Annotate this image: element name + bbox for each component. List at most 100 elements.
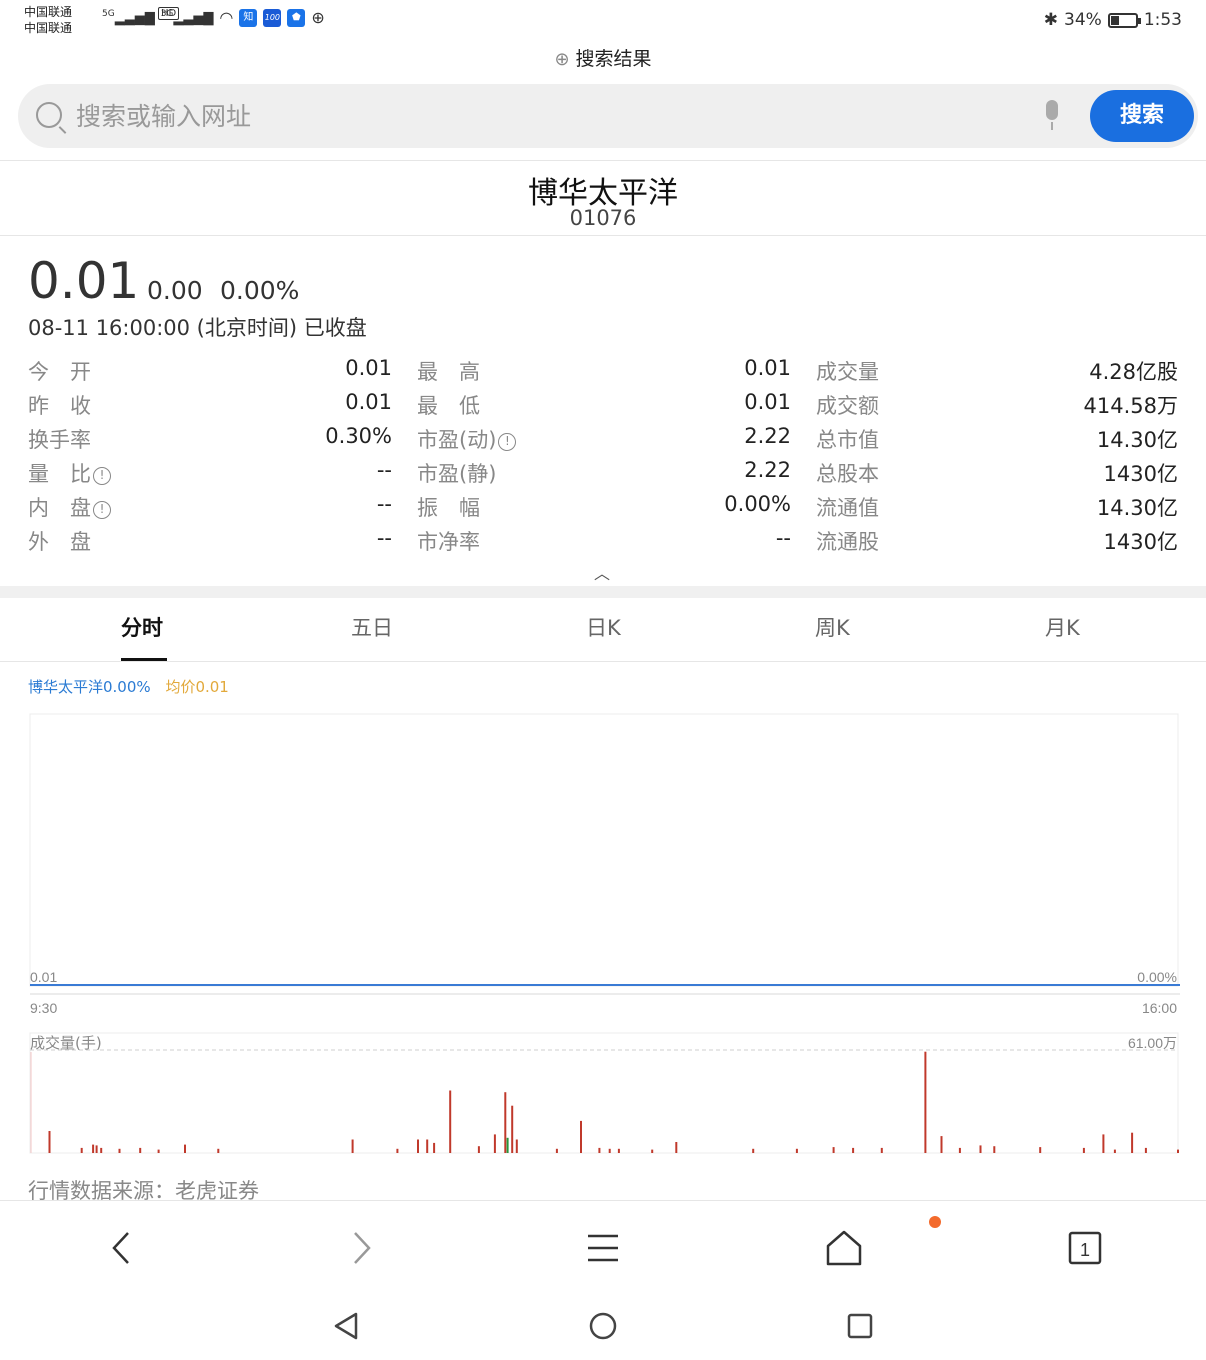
volume-bar xyxy=(95,1145,98,1153)
stat-label-text: 最 低 xyxy=(417,394,480,418)
stat-label: 外 盘 xyxy=(28,526,91,556)
tab-intraday[interactable]: 分时 xyxy=(121,612,163,642)
system-recents-icon[interactable] xyxy=(844,1310,876,1342)
stats-row: 换手率 0.30% 市盈(动)! 2.22 总市值 14.30亿 xyxy=(28,422,1178,456)
stat-value: 14.30亿 xyxy=(1096,428,1178,452)
notification-dot xyxy=(929,1216,941,1228)
page-title: 搜索结果 xyxy=(575,48,652,70)
volume-bar xyxy=(795,1148,798,1153)
stat-label: 今 开 xyxy=(28,356,91,386)
search-button[interactable]: 搜索 xyxy=(1090,90,1194,142)
search-input[interactable] xyxy=(76,98,976,134)
system-back-icon[interactable] xyxy=(330,1310,362,1342)
chevron-up-icon[interactable]: ︿ xyxy=(594,560,610,584)
tabs-button[interactable]: 1 xyxy=(1060,1223,1110,1273)
volume-bar xyxy=(433,1142,436,1153)
browser-toolbar: 1 xyxy=(0,1200,1206,1296)
stat-label: 市盈(动)! xyxy=(417,424,517,454)
stat-label: 昨 收 xyxy=(28,390,91,420)
stat-label: 量 比! xyxy=(28,458,111,488)
stat-value: 0.01 xyxy=(345,390,392,414)
chart-legend: 博华太平洋0.00% 均价0.01 xyxy=(28,676,229,697)
stat-label-text: 流通值 xyxy=(816,496,879,520)
info-icon[interactable]: ! xyxy=(93,467,111,485)
shield-icon: ⬟ xyxy=(287,8,306,27)
wifi-icon: ◠ xyxy=(219,8,234,27)
volume-bar xyxy=(940,1136,943,1153)
volume-bar xyxy=(417,1139,419,1153)
stat-value: 1430亿 xyxy=(1103,462,1178,486)
stat-value: -- xyxy=(376,458,392,482)
stat-label-text: 市盈(静) xyxy=(417,462,497,486)
volume-bar xyxy=(1177,1149,1179,1153)
stat-value: -- xyxy=(376,492,392,516)
stat-label-text: 今 开 xyxy=(28,360,91,384)
stat-label: 流通股 xyxy=(816,526,879,556)
battery-icon xyxy=(1107,12,1141,28)
volume-bar xyxy=(598,1147,601,1153)
volume-bar xyxy=(924,1051,927,1153)
stat-label-text: 总股本 xyxy=(816,462,879,486)
volume-bar xyxy=(449,1090,452,1153)
price-change: 0.00 xyxy=(147,276,203,305)
volume-bar xyxy=(752,1148,755,1153)
status-right: ✱ 34% 1:53 xyxy=(1044,10,1182,30)
stat-value: 414.58万 xyxy=(1083,394,1178,418)
stat-label: 最 低 xyxy=(417,390,480,420)
stat-value: -- xyxy=(775,526,791,550)
tab-five-day[interactable]: 五日 xyxy=(351,612,393,642)
x-tick-open: 9:30 xyxy=(30,1000,57,1016)
stat-value: -- xyxy=(376,526,392,550)
clock: 1:53 xyxy=(1143,10,1182,30)
stats-row: 内 盘! -- 振 幅 0.00% 流通值 14.30亿 xyxy=(28,490,1178,524)
search-icon xyxy=(36,102,62,128)
info-icon[interactable]: ! xyxy=(93,501,111,519)
intraday-chart[interactable]: 0.01 0.00% 9:30 16:00 成交量(手) 61.00万 xyxy=(0,700,1206,1170)
forward-button[interactable] xyxy=(337,1223,387,1273)
stat-label-text: 总市值 xyxy=(816,428,879,452)
tabs-count: 1 xyxy=(1080,1240,1090,1260)
tab-monthly-k[interactable]: 月K xyxy=(1045,612,1080,642)
carrier-2: 中国联通 xyxy=(24,21,73,35)
microphone-icon[interactable] xyxy=(1042,100,1060,132)
stat-label: 最 高 xyxy=(417,356,480,386)
stat-label: 市净率 xyxy=(417,526,480,556)
chart-tabs: 分时 五日 日K 周K 月K xyxy=(0,600,1206,662)
stat-label-text: 最 高 xyxy=(417,360,480,384)
volume-bar xyxy=(157,1149,160,1153)
stat-value: 14.30亿 xyxy=(1096,496,1178,520)
legend-average: 均价0.01 xyxy=(165,678,229,696)
volume-bar xyxy=(217,1148,220,1153)
volume-bar xyxy=(617,1148,620,1153)
legend-price: 博华太平洋0.00% xyxy=(28,678,151,696)
stats-row: 昨 收 0.01 最 低 0.01 成交额 414.58万 xyxy=(28,388,1178,422)
stat-label-text: 市盈(动) xyxy=(417,428,497,452)
stats-row: 量 比! -- 市盈(静) 2.22 总股本 1430亿 xyxy=(28,456,1178,490)
volume-bar xyxy=(852,1147,855,1153)
menu-button[interactable] xyxy=(578,1223,628,1273)
price-axis-right-label: 0.00% xyxy=(1137,969,1177,985)
stat-label-text: 外 盘 xyxy=(28,530,91,554)
tab-weekly-k[interactable]: 周K xyxy=(815,612,850,642)
back-button[interactable] xyxy=(96,1223,146,1273)
volume-bar xyxy=(351,1139,354,1153)
status-bar: 中国联通 中国联通 HD 5G▂▃▅▇ 3G▂▃▅▇ ◠ 知 100 ⬟ ⊕ ✱… xyxy=(0,0,1206,44)
carrier-1: 中国联通 xyxy=(24,5,73,19)
stat-label-text: 振 幅 xyxy=(417,496,480,520)
volume-bar xyxy=(396,1148,399,1153)
system-home-icon[interactable] xyxy=(587,1310,619,1342)
volume-bar xyxy=(555,1148,558,1153)
volume-bar xyxy=(477,1146,480,1153)
stat-label: 成交额 xyxy=(816,390,879,420)
volume-bar xyxy=(880,1147,883,1153)
page-header: ⊕ 搜索结果 xyxy=(0,44,1206,71)
volume-bar xyxy=(580,1120,582,1153)
volume-bar xyxy=(675,1142,678,1153)
tab-daily-k[interactable]: 日K xyxy=(586,612,621,642)
info-icon[interactable]: ! xyxy=(498,433,517,451)
home-button[interactable] xyxy=(819,1223,869,1273)
app-zhihu-icon: 知 xyxy=(239,8,258,27)
status-icons: HD 5G▂▃▅▇ 3G▂▃▅▇ ◠ 知 100 ⬟ ⊕ xyxy=(102,7,325,27)
volume-bar xyxy=(651,1149,654,1153)
stat-label-text: 市净率 xyxy=(417,530,480,554)
